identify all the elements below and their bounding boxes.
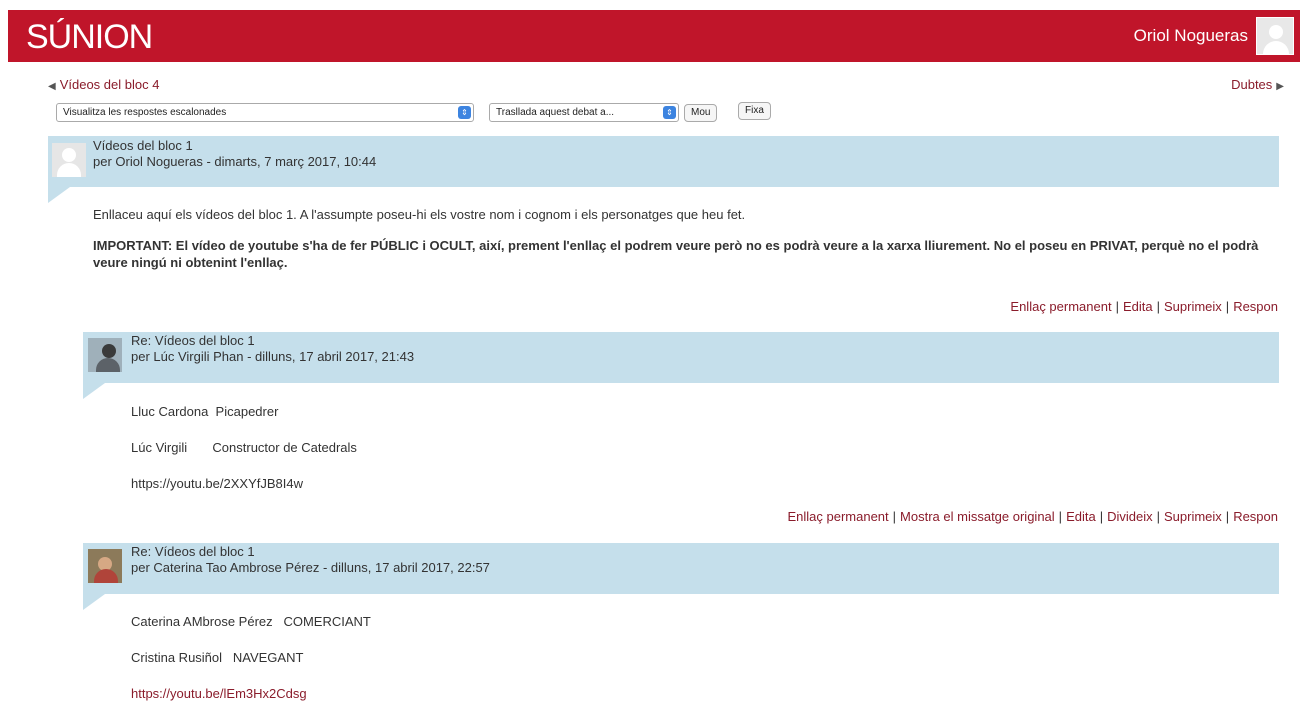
edit-link[interactable]: Edita <box>1066 509 1096 524</box>
post-subject: Re: Vídeos del bloc 1 <box>131 333 255 348</box>
video-link[interactable]: https://youtu.be/2XXYfJB8I4w <box>131 475 303 492</box>
post-body-line: Lluc Cardona Picapedrer <box>131 404 279 419</box>
user-name[interactable]: Oriol Nogueras <box>1134 26 1248 46</box>
user-avatar[interactable] <box>1256 17 1294 55</box>
left-triangle-icon: ◀ <box>48 81 56 92</box>
display-mode-select[interactable]: Visualitza les respostes escalonades ⇕ <box>56 103 474 122</box>
post-body-line: Lúc Virgili Constructor de Catedrals <box>131 440 357 455</box>
post-actions: Enllaç permanent | Mostra el missatge orig… <box>787 509 1278 524</box>
post-actions: Enllaç permanent | Edita | Suprimeix | Respon <box>1010 299 1278 314</box>
edit-link[interactable]: Edita <box>1123 299 1153 314</box>
delete-link[interactable]: Suprimeix <box>1164 299 1222 314</box>
post-body-paragraph: Enllaceu aquí els vídeos del bloc 1. A l… <box>93 207 746 222</box>
next-discussion-label: Dubtes <box>1231 77 1273 92</box>
author-avatar[interactable] <box>88 338 122 372</box>
video-link[interactable]: https://youtu.be/lEm3Hx2Cdsg <box>131 685 307 702</box>
show-parent-link[interactable]: Mostra el missatge original <box>900 509 1055 524</box>
move-button[interactable]: Mou <box>684 104 718 122</box>
reply-link[interactable]: Respon <box>1233 299 1278 314</box>
permalink-link[interactable]: Enllaç permanent <box>787 509 888 524</box>
post-body-line: Caterina AMbrose Pérez COMERCIANT <box>131 614 371 629</box>
move-discussion-select[interactable]: Trasllada aquest debat a... ⇕ <box>489 103 679 122</box>
post-subject: Vídeos del bloc 1 <box>93 138 193 153</box>
post-author-meta: per Lúc Virgili Phan - dilluns, 17 abril… <box>131 349 415 364</box>
prev-discussion-label: Vídeos del bloc 4 <box>59 77 160 92</box>
post-header-tab <box>83 383 105 399</box>
right-triangle-icon: ▶ <box>1276 81 1284 92</box>
permalink-link[interactable]: Enllaç permanent <box>1010 299 1111 314</box>
move-discussion-value: Trasllada aquest debat a... <box>496 107 615 118</box>
post-author-meta: per Caterina Tao Ambrose Pérez - dilluns… <box>131 560 490 575</box>
post-subject: Re: Vídeos del bloc 1 <box>131 544 255 559</box>
delete-link[interactable]: Suprimeix <box>1164 509 1222 524</box>
post-body-line: Cristina Rusiñol NAVEGANT <box>131 650 304 665</box>
site-logo[interactable]: SÚNION <box>26 18 153 57</box>
author-avatar[interactable] <box>52 143 86 177</box>
next-discussion-link[interactable]: Dubtes ▶ <box>1231 77 1284 92</box>
post-author-meta: per Oriol Nogueras - dimarts, 7 març 201… <box>93 154 377 169</box>
select-arrow-icon: ⇕ <box>458 106 471 119</box>
post-header-tab <box>83 594 105 610</box>
post-body-paragraph-important: IMPORTANT: El vídeo de youtube s'ha de f… <box>93 238 1259 270</box>
select-arrow-icon: ⇕ <box>663 106 676 119</box>
prev-discussion-link[interactable]: ◀ Vídeos del bloc 4 <box>48 77 159 92</box>
split-link[interactable]: Divideix <box>1107 509 1153 524</box>
post-header-tab <box>48 187 70 203</box>
reply-link[interactable]: Respon <box>1233 509 1278 524</box>
top-bar: SÚNION Oriol Nogueras <box>8 10 1300 62</box>
author-avatar[interactable] <box>88 549 122 583</box>
display-mode-value: Visualitza les respostes escalonades <box>63 107 227 118</box>
pin-button[interactable]: Fixa <box>738 102 771 120</box>
